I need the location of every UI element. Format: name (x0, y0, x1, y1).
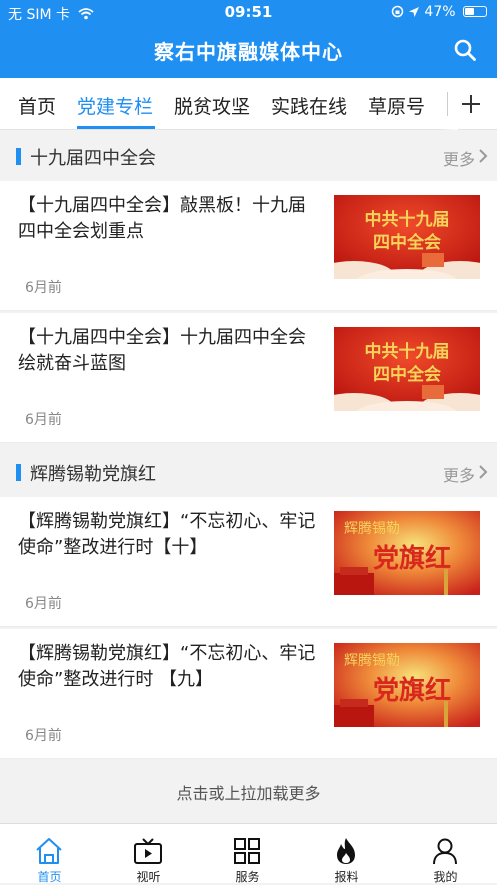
bottom-tab-bar: 首页 视听 服务 报料 我的 (0, 823, 497, 884)
section-title: 十九届四中全会 (30, 148, 156, 169)
article-title[interactable]: 【十九届四中全会】敲黑板！十九届四中全会划重点 (18, 193, 318, 245)
video-icon (134, 838, 162, 864)
tabbar-label[interactable]: 我的 (396, 868, 495, 885)
thumb-text-line1: 中共十九届 (365, 209, 450, 230)
tab-divider (447, 92, 448, 116)
load-more-label[interactable]: 点击或上拉加载更多 (0, 780, 497, 804)
tabbar-tipoff[interactable]: 报料 (297, 824, 396, 884)
tab-home[interactable]: 首页 (18, 92, 56, 119)
tabs-fade (440, 78, 458, 130)
section-marker (16, 464, 21, 481)
rotation-lock-icon (391, 5, 403, 18)
article-time: 6月前 (25, 280, 62, 296)
article-time: 6月前 (25, 412, 62, 428)
more-link[interactable]: 更多 (443, 146, 475, 170)
article-title[interactable]: 【十九届四中全会】十九届四中全会绘就奋斗蓝图 (18, 325, 318, 377)
nav-bar: 察右中旗融媒体中心 (0, 24, 497, 78)
tab-poverty-alleviation[interactable]: 脱贫攻坚 (174, 92, 250, 119)
status-bar: 无 SIM 卡 09:51 47% (0, 0, 497, 24)
article-time: 6月前 (25, 596, 62, 612)
chevron-right-icon[interactable] (477, 148, 489, 164)
section-title: 辉腾锡勒党旗红 (30, 464, 156, 485)
article-thumbnail[interactable]: 中共十九届 四中全会 (334, 195, 480, 279)
thumb-text-line2: 党旗红 (373, 675, 451, 706)
article-item[interactable]: 【十九届四中全会】敲黑板！十九届四中全会划重点 6月前 中共十九届 四中全会 (0, 181, 497, 311)
tabbar-services[interactable]: 服务 (198, 824, 297, 884)
tabbar-label[interactable]: 视听 (99, 868, 198, 885)
chevron-right-icon[interactable] (477, 464, 489, 480)
article-item[interactable]: 【十九届四中全会】十九届四中全会绘就奋斗蓝图 6月前 中共十九届 四中全会 (0, 313, 497, 443)
grid-icon (234, 838, 260, 864)
tab-grassland[interactable]: 草原号 (368, 92, 425, 119)
article-thumbnail[interactable]: 中共十九届 四中全会 (334, 327, 480, 411)
article-title[interactable]: 【辉腾锡勒党旗红】“不忘初心、牢记使命”整改进行时 【九】 (18, 641, 318, 693)
page-title: 察右中旗融媒体中心 (154, 40, 343, 64)
tabbar-label[interactable]: 服务 (198, 868, 297, 885)
battery-percent: 47% (424, 4, 456, 20)
tab-practice-online[interactable]: 实践在线 (271, 92, 347, 119)
article-time: 6月前 (25, 728, 62, 744)
tab-party-building[interactable]: 党建专栏 (77, 92, 153, 119)
tabbar-home[interactable]: 首页 (0, 824, 99, 884)
active-tab-indicator (77, 126, 155, 129)
thumb-text-line2: 四中全会 (373, 232, 441, 253)
thumb-text-line2: 四中全会 (373, 364, 441, 385)
status-right: 47% (391, 4, 487, 20)
section-header: 十九届四中全会 更多 (0, 131, 497, 181)
tabbar-profile[interactable]: 我的 (396, 824, 495, 884)
load-more[interactable]: 点击或上拉加载更多 (0, 763, 497, 823)
location-icon (408, 7, 419, 17)
search-icon[interactable] (453, 38, 477, 62)
thumb-text-line1: 辉腾锡勒 (344, 652, 400, 669)
article-item[interactable]: 【辉腾锡勒党旗红】“不忘初心、牢记使命”整改进行时 【九】 6月前 辉腾锡勒 党… (0, 629, 497, 759)
tabbar-label[interactable]: 报料 (297, 868, 396, 885)
article-title[interactable]: 【辉腾锡勒党旗红】“不忘初心、牢记使命”整改进行时【十】 (18, 509, 318, 561)
article-thumbnail[interactable]: 辉腾锡勒 党旗红 (334, 643, 480, 727)
home-icon (36, 838, 62, 864)
article-item[interactable]: 【辉腾锡勒党旗红】“不忘初心、牢记使命”整改进行时【十】 6月前 辉腾锡勒 党旗… (0, 497, 497, 627)
tabbar-video[interactable]: 视听 (99, 824, 198, 884)
flame-icon (337, 838, 355, 864)
battery-icon (463, 6, 487, 17)
add-channel-icon[interactable] (458, 92, 484, 116)
user-icon (433, 838, 457, 865)
tabbar-label[interactable]: 首页 (0, 868, 99, 885)
section-header: 辉腾锡勒党旗红 更多 (0, 447, 497, 497)
article-thumbnail[interactable]: 辉腾锡勒 党旗红 (334, 511, 480, 595)
thumb-text-line1: 中共十九届 (365, 341, 450, 362)
channel-tabs: 首页 党建专栏 脱贫攻坚 实践在线 草原号 (0, 78, 497, 130)
section-marker (16, 148, 21, 165)
thumb-text-line2: 党旗红 (373, 543, 451, 574)
more-link[interactable]: 更多 (443, 462, 475, 486)
thumb-text-line1: 辉腾锡勒 (344, 520, 400, 537)
